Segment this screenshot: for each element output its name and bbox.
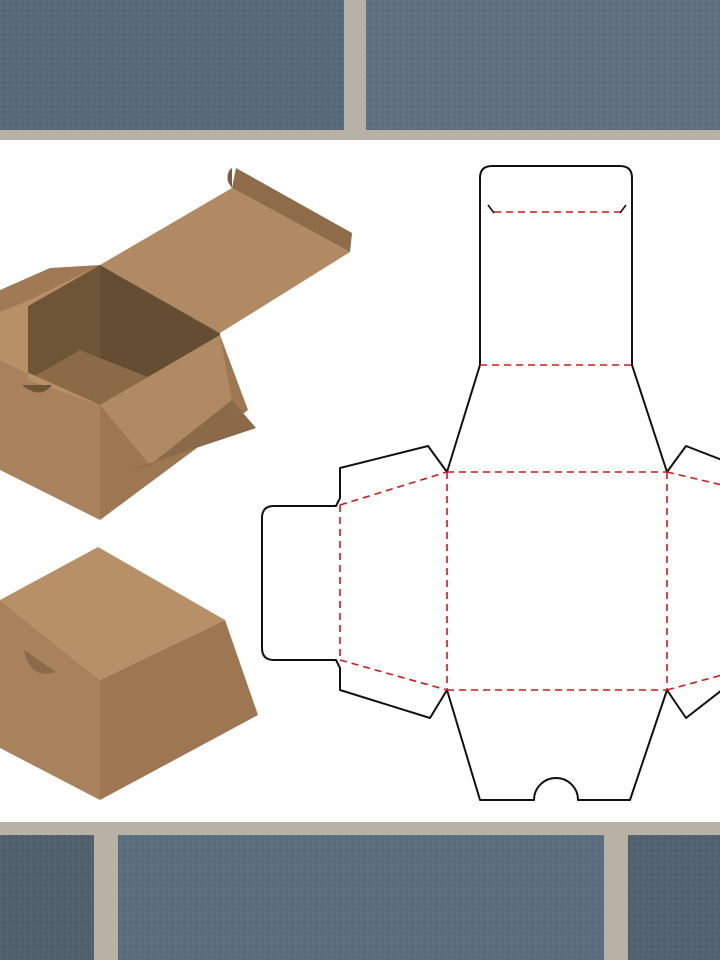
- stone-wall-bottom: [0, 820, 720, 960]
- scene-canvas: [0, 0, 720, 960]
- dieline-mockup-scene: [0, 0, 720, 960]
- stone-wall-top: [0, 0, 720, 140]
